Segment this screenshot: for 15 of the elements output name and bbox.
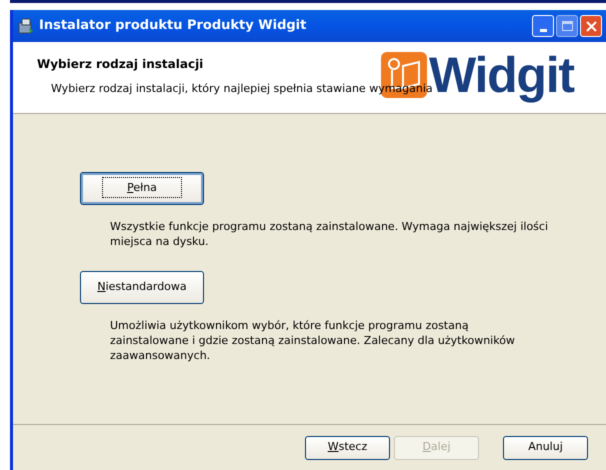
maximize-button[interactable] [556, 15, 578, 37]
window-title: Instalator produktu Produkty Widgit [39, 17, 308, 36]
minimize-button[interactable] [532, 15, 554, 37]
close-icon [586, 20, 596, 32]
footer-button[interactable]: Wstecz [305, 436, 390, 460]
option-description: Wszystkie funkcje programu zostaną zainstalowane. Wymaga największej ilości miejsca na dysku. [110, 219, 550, 249]
option-button[interactable]: Pełna [80, 172, 204, 205]
footer-button[interactable]: Anuluj [503, 436, 588, 460]
option-button[interactable]: Niestandardowa [80, 271, 204, 304]
option-description: Umożliwia użytkownikom wybór, które funkcje programu zostaną zainstalowane i gdzie zostaną zainstalowane. Zalecany dla użytkowników zaawansowanych. [110, 318, 516, 363]
maximize-icon [562, 21, 572, 31]
close-button[interactable] [580, 15, 602, 37]
minimize-icon [540, 29, 546, 32]
installer-icon [17, 17, 35, 35]
header-title: Wybierz rodzaj instalacji [37, 56, 204, 73]
